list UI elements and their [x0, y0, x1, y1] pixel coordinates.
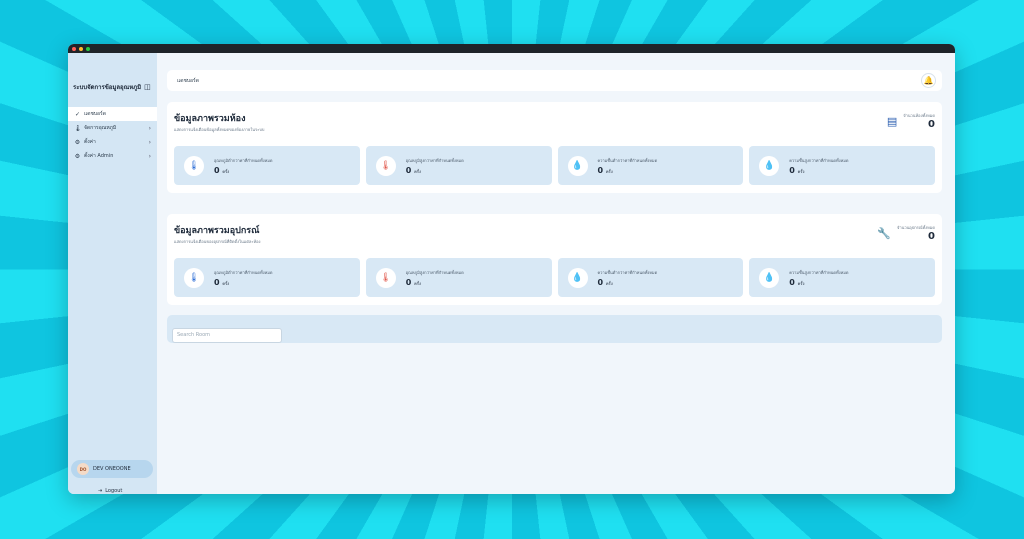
search-bar — [167, 315, 942, 343]
close-window-button[interactable] — [72, 46, 76, 51]
logout-label: Logout — [105, 488, 123, 494]
stat-label: อุณหภูมิสูงกว่าค่าที่กำหนดทั้งหมด — [405, 157, 464, 163]
building-icon: ▤ — [886, 114, 898, 128]
avatar: DO — [77, 463, 89, 475]
brand: ระบบจัดการข้อมูลอุณหภูมิ ◫ — [68, 53, 157, 103]
stat-card: 💧 ความชื้นสูงกว่าค่าที่กำหนดทั้งหมด 0 คร… — [749, 146, 935, 185]
stat-label: อุณหภูมิต่ำกว่าค่าที่กำหนดทั้งหมด — [214, 157, 273, 163]
maximize-window-button[interactable] — [86, 46, 90, 51]
rooms-stats: 🌡 อุณหภูมิต่ำกว่าค่าที่กำหนดทั้งหมด 0 คร… — [174, 146, 935, 185]
thermometer-low-icon: 🌡 — [184, 267, 204, 288]
app-window: ระบบจัดการข้อมูลอุณหภูมิ ◫ ✓ แดชบอร์ด 🌡 … — [68, 44, 955, 494]
stat-unit: ครั้ง — [605, 280, 613, 286]
thermometer-icon: 🌡 — [74, 124, 82, 132]
sidebar-item-settings[interactable]: ⚙ ตั้งค่า › — [68, 135, 157, 149]
stat-unit: ครั้ง — [414, 168, 421, 174]
sidebar-item-manage-temperature[interactable]: 🌡 จัดการอุณหภูมิ › — [68, 121, 157, 135]
breadcrumb: แดชบอร์ด — [177, 77, 199, 84]
sidebar-item-admin-settings[interactable]: ⚙ ตั้งค่า Admin › — [68, 149, 157, 163]
stat-unit: ครั้ง — [797, 168, 805, 174]
stat-card: 🌡 อุณหภูมิสูงกว่าค่าที่กำหนดทั้งหมด 0 คร… — [365, 258, 552, 297]
app-title: ระบบจัดการข้อมูลอุณหภูมิ — [73, 84, 142, 91]
thermometer-high-icon: 🌡 — [375, 155, 396, 176]
stat-card: 💧 ความชื้นสูงกว่าค่าที่กำหนดทั้งหมด 0 คร… — [749, 258, 935, 297]
stat-value: 0 — [789, 165, 795, 175]
devices-stats: 🌡 อุณหภูมิต่ำกว่าค่าที่กำหนดทั้งหมด 0 คร… — [174, 258, 935, 297]
sidebar-item-label: ตั้งค่า — [84, 139, 96, 145]
sidebar-toggle-icon[interactable]: ◫ — [144, 83, 151, 91]
stat-card: 🌡 อุณหภูมิต่ำกว่าค่าที่กำหนดทั้งหมด 0 คร… — [174, 146, 360, 185]
chevron-right-icon: › — [148, 152, 151, 160]
stat-value: 0 — [214, 165, 220, 175]
sidebar-nav: ✓ แดชบอร์ด 🌡 จัดการอุณหภูมิ › ⚙ ตั้งค่า … — [68, 107, 157, 163]
chevron-right-icon: › — [148, 124, 151, 132]
stat-value: 0 — [597, 277, 604, 287]
devices-overview-card: ข้อมูลภาพรวมอุปกรณ์ แสดงการแจ้งเตือนของอ… — [167, 214, 942, 305]
devices-total: 🔧 จำนวนอุปกรณ์ทั้งหมด 0 — [877, 224, 935, 242]
devices-total-label: จำนวนอุปกรณ์ทั้งหมด — [897, 225, 935, 230]
thermometer-low-icon: 🌡 — [184, 155, 204, 176]
main-content: แดชบอร์ด 🔔 ข้อมูลภาพรวมห้อง แสดงการแจ้งเ… — [157, 53, 955, 494]
sidebar-item-label: จัดการอุณหภูมิ — [84, 125, 117, 131]
stat-unit: ครั้ง — [222, 280, 230, 286]
devices-card-title: ข้อมูลภาพรวมอุปกรณ์ — [174, 226, 260, 236]
stat-value: 0 — [405, 277, 412, 287]
stat-unit: ครั้ง — [605, 168, 613, 174]
sidebar-item-label: ตั้งค่า Admin — [84, 153, 114, 159]
rooms-overview-card: ข้อมูลภาพรวมห้อง แสดงการแจ้งเตือนข้อมูลท… — [167, 102, 942, 193]
gear-icon: ⚙ — [74, 152, 81, 160]
droplet-high-icon: 💧 — [759, 155, 780, 176]
droplet-low-icon: 💧 — [567, 155, 588, 176]
sidebar: ระบบจัดการข้อมูลอุณหภูมิ ◫ ✓ แดชบอร์ด 🌡 … — [68, 53, 157, 494]
minimize-window-button[interactable] — [79, 46, 83, 51]
bell-icon[interactable]: 🔔 — [921, 73, 936, 88]
rooms-total-label: จำนวนห้องทั้งหมด — [903, 113, 935, 118]
stat-value: 0 — [405, 165, 412, 175]
window-titlebar — [68, 44, 955, 53]
stat-value: 0 — [597, 165, 604, 175]
stat-label: ความชื้นต่ำกว่าค่าที่กำหนดทั้งหมด — [597, 157, 658, 163]
stat-unit: ครั้ง — [414, 280, 421, 286]
stat-card: 🌡 อุณหภูมิต่ำกว่าค่าที่กำหนดทั้งหมด 0 คร… — [174, 258, 360, 297]
logout-icon: ⇥ — [98, 488, 103, 494]
stat-label: ความชื้นต่ำกว่าค่าที่กำหนดทั้งหมด — [597, 269, 658, 275]
stat-label: อุณหภูมิต่ำกว่าค่าที่กำหนดทั้งหมด — [214, 269, 273, 275]
search-room-input[interactable] — [172, 327, 282, 343]
stat-label: ความชื้นสูงกว่าค่าที่กำหนดทั้งหมด — [789, 157, 849, 163]
stat-value: 0 — [214, 277, 220, 287]
rooms-total-value: 0 — [928, 119, 935, 130]
stat-card: 💧 ความชื้นต่ำกว่าค่าที่กำหนดทั้งหมด 0 คร… — [557, 258, 744, 297]
stat-label: ความชื้นสูงกว่าค่าที่กำหนดทั้งหมด — [789, 269, 849, 275]
devices-card-subtitle: แสดงการแจ้งเตือนของอุปกรณ์ที่ติดตั้งในแต… — [174, 239, 261, 244]
stat-value: 0 — [789, 277, 795, 287]
stat-unit: ครั้ง — [222, 168, 230, 174]
stat-card: 💧 ความชื้นต่ำกว่าค่าที่กำหนดทั้งหมด 0 คร… — [557, 146, 744, 185]
user-profile[interactable]: DO DEV ONEOONE — [71, 460, 153, 478]
gear-icon: ⚙ — [74, 138, 81, 146]
stat-card: 🌡 อุณหภูมิสูงกว่าค่าที่กำหนดทั้งหมด 0 คร… — [365, 146, 552, 185]
user-name: DEV ONEOONE — [93, 466, 131, 472]
stat-label: อุณหภูมิสูงกว่าค่าที่กำหนดทั้งหมด — [405, 269, 464, 275]
top-bar: แดชบอร์ด 🔔 — [167, 70, 942, 91]
chevron-right-icon: › — [148, 138, 151, 146]
rooms-card-subtitle: แสดงการแจ้งเตือนข้อมูลทั้งหมดของห้องภายใ… — [174, 127, 265, 132]
droplet-high-icon: 💧 — [759, 267, 780, 288]
sidebar-item-dashboard[interactable]: ✓ แดชบอร์ด — [68, 107, 157, 121]
sidebar-item-label: แดชบอร์ด — [84, 111, 106, 117]
droplet-low-icon: 💧 — [567, 267, 588, 288]
rooms-card-title: ข้อมูลภาพรวมห้อง — [174, 114, 246, 124]
chart-icon: ✓ — [74, 110, 81, 118]
wrench-icon: 🔧 — [877, 226, 891, 240]
stat-unit: ครั้ง — [797, 280, 805, 286]
rooms-total: ▤ จำนวนห้องทั้งหมด 0 — [887, 112, 935, 130]
devices-total-value: 0 — [928, 231, 935, 242]
logout-button[interactable]: ⇥ Logout — [98, 488, 122, 494]
thermometer-high-icon: 🌡 — [375, 267, 396, 288]
